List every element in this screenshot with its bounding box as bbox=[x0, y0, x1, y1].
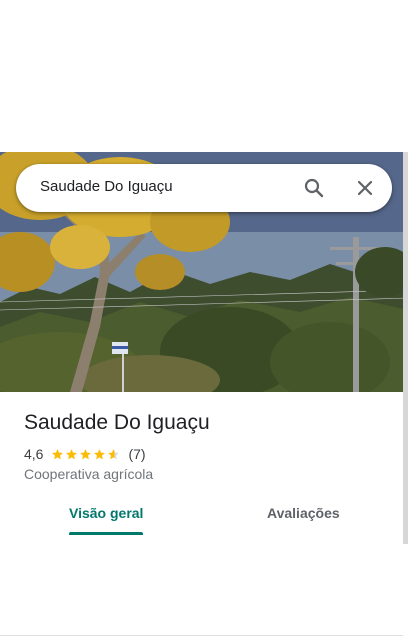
place-category: Cooperativa agrícola bbox=[24, 466, 154, 482]
search-input[interactable]: Saudade Do Iguaçu bbox=[40, 178, 173, 195]
star-rating bbox=[51, 448, 121, 461]
star-icon bbox=[108, 448, 120, 459]
place-title: Saudade Do Iguaçu bbox=[24, 411, 210, 434]
star-icon bbox=[66, 448, 78, 459]
close-icon[interactable] bbox=[353, 176, 377, 200]
review-count[interactable]: (7) bbox=[128, 446, 145, 462]
star-icon bbox=[52, 448, 64, 459]
tab-overview[interactable]: Visão geral bbox=[69, 505, 143, 521]
rating-row[interactable]: 4,6 (7) bbox=[24, 445, 146, 463]
scrollbar[interactable] bbox=[403, 152, 408, 544]
blank-top-area bbox=[0, 0, 408, 152]
tab-bar: Visão geral Avaliações bbox=[0, 492, 403, 636]
tab-selected-indicator bbox=[69, 532, 143, 535]
tab-reviews[interactable]: Avaliações bbox=[267, 505, 340, 521]
search-icon[interactable] bbox=[302, 176, 326, 200]
search-bar[interactable]: Saudade Do Iguaçu bbox=[16, 164, 392, 212]
place-info-panel: Saudade Do Iguaçu 4,6 (7) Cooperativa ag… bbox=[0, 392, 403, 636]
rating-value: 4,6 bbox=[24, 446, 44, 462]
star-icon bbox=[80, 448, 92, 459]
star-icon bbox=[94, 448, 106, 459]
